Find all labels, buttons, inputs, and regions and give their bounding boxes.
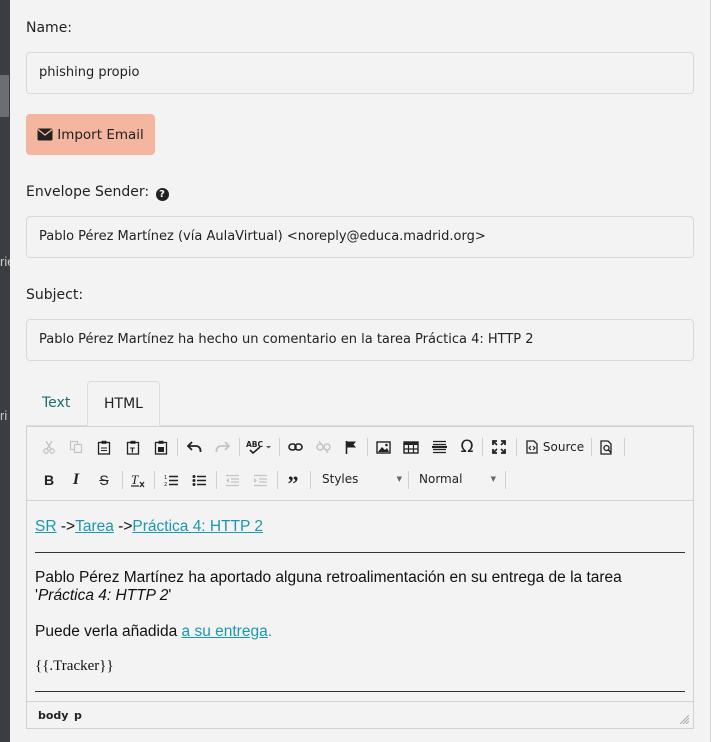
period: . <box>267 623 273 640</box>
tab-text[interactable]: Text <box>26 381 86 426</box>
quote-mark: ' <box>168 587 172 604</box>
source-button[interactable]: Source <box>523 436 587 458</box>
outdent-icon[interactable] <box>222 469 242 491</box>
breadcrumb-link-sr[interactable]: SR <box>35 518 57 535</box>
anchor-flag-icon[interactable] <box>341 436 361 458</box>
chevron-down-icon: ▼ <box>490 475 496 483</box>
styles-dropdown[interactable]: Styles ▼ <box>322 469 402 489</box>
paste-icon[interactable] <box>94 436 114 458</box>
breadcrumb: SR ->Tarea ->Práctica 4: HTTP 2 <box>35 518 685 536</box>
name-label: Name: <box>26 20 73 36</box>
svg-text:T: T <box>131 473 139 487</box>
element-path-bar: body p <box>27 701 693 728</box>
breadcrumb-arrow: -> <box>118 518 133 535</box>
toolbar-separator <box>482 438 483 456</box>
svg-text:T: T <box>130 446 135 454</box>
view-text: Puede verla añadida <box>35 623 182 640</box>
toolbar-separator <box>408 471 409 489</box>
svg-text:ABC: ABC <box>246 440 264 449</box>
feedback-paragraph: Pablo Pérez Martínez ha aportado alguna … <box>35 569 685 605</box>
background-page: rie ri <box>0 0 14 742</box>
toolbar-separator <box>505 471 506 489</box>
horizontal-rule-icon[interactable] <box>429 436 449 458</box>
task-name: Práctica 4: HTTP 2 <box>37 587 169 604</box>
tab-html[interactable]: HTML <box>87 381 160 426</box>
toolbar-separator <box>239 438 240 456</box>
path-item-p[interactable]: p <box>74 709 82 722</box>
breadcrumb-arrow: -> <box>60 518 76 535</box>
styles-dropdown-label: Styles <box>322 472 359 486</box>
cut-icon[interactable] <box>39 436 59 458</box>
editor-toolbar: T ABC Ω Source B I S T 1 2 ” Styles ▼ No… <box>27 427 693 501</box>
toolbar-separator <box>516 438 517 456</box>
tracker-placeholder: {{.Tracker}} <box>35 658 114 674</box>
bold-button[interactable]: B <box>39 469 59 491</box>
image-icon[interactable] <box>373 436 393 458</box>
help-icon[interactable]: ? <box>155 188 169 201</box>
format-dropdown[interactable]: Normal ▼ <box>419 469 496 489</box>
resize-handle-icon[interactable] <box>680 715 689 724</box>
toolbar-separator <box>216 471 217 489</box>
svg-text:2: 2 <box>164 482 167 487</box>
bulleted-list-icon[interactable] <box>189 469 209 491</box>
toolbar-separator <box>177 438 178 456</box>
name-field[interactable]: phishing propio <box>26 52 694 94</box>
breadcrumb-link-practica[interactable]: Práctica 4: HTTP 2 <box>132 518 263 535</box>
subject-field[interactable]: Pablo Pérez Martínez ha hecho un comenta… <box>26 319 694 361</box>
spellcheck-icon[interactable]: ABC <box>245 436 273 458</box>
toolbar-separator <box>122 471 123 489</box>
paste-text-icon[interactable]: T <box>123 436 143 458</box>
subject-label: Subject: <box>26 287 84 303</box>
divider <box>35 552 685 553</box>
special-char-icon[interactable]: Ω <box>457 436 477 458</box>
import-email-button[interactable]: Import Email <box>26 114 155 155</box>
import-email-label: Import Email <box>57 126 144 143</box>
email-template-modal: Name: phishing propio Import Email Envel… <box>10 0 711 742</box>
link-icon[interactable] <box>285 436 305 458</box>
envelope-sender-text: Envelope Sender: <box>26 184 150 200</box>
toolbar-separator <box>310 471 311 489</box>
svg-text:1: 1 <box>164 475 167 481</box>
editor-tabs: Text HTML <box>26 381 694 426</box>
envelope-icon <box>37 128 53 141</box>
copy-icon[interactable] <box>66 436 86 458</box>
strikethrough-button[interactable]: S <box>94 469 114 491</box>
path-item-body[interactable]: body <box>38 709 68 722</box>
background-sidebar-bar <box>0 75 9 117</box>
toolbar-separator <box>624 438 625 456</box>
envelope-sender-label: Envelope Sender: ? <box>26 184 169 201</box>
preview-icon[interactable] <box>597 436 617 458</box>
redo-icon[interactable] <box>212 436 232 458</box>
toolbar-separator <box>277 471 278 489</box>
chevron-down-icon: ▼ <box>396 475 402 483</box>
blockquote-icon[interactable]: ” <box>283 469 303 496</box>
numbered-list-icon[interactable]: 12 <box>161 469 181 491</box>
maximize-icon[interactable] <box>489 436 509 458</box>
unlink-icon[interactable] <box>313 436 333 458</box>
envelope-sender-field[interactable]: Pablo Pérez Martínez (vía AulaVirtual) <… <box>26 216 694 258</box>
toolbar-separator <box>279 438 280 456</box>
toolbar-separator <box>154 471 155 489</box>
background-text-fragment: ri <box>0 408 8 423</box>
editor-content[interactable]: SR ->Tarea ->Práctica 4: HTTP 2 Pablo Pé… <box>27 502 693 700</box>
indent-icon[interactable] <box>250 469 270 491</box>
view-paragraph: Puede verla añadida a su entrega. <box>35 623 685 641</box>
submission-link[interactable]: a su entrega <box>182 623 268 640</box>
italic-button[interactable]: I <box>66 469 86 491</box>
feedback-text: Pablo Pérez Martínez ha aportado alguna … <box>35 569 622 586</box>
divider <box>35 691 685 692</box>
toolbar-separator <box>591 438 592 456</box>
toolbar-separator <box>367 438 368 456</box>
breadcrumb-link-tarea[interactable]: Tarea <box>75 518 114 535</box>
remove-format-icon[interactable]: T <box>128 469 148 491</box>
html-editor: T ABC Ω Source B I S T 1 2 ” Styles ▼ No… <box>26 426 694 729</box>
table-icon[interactable] <box>401 436 421 458</box>
source-icon <box>526 440 538 454</box>
source-label: Source <box>542 440 585 454</box>
format-dropdown-label: Normal <box>419 472 463 486</box>
undo-icon[interactable] <box>184 436 204 458</box>
paste-word-icon[interactable] <box>151 436 171 458</box>
